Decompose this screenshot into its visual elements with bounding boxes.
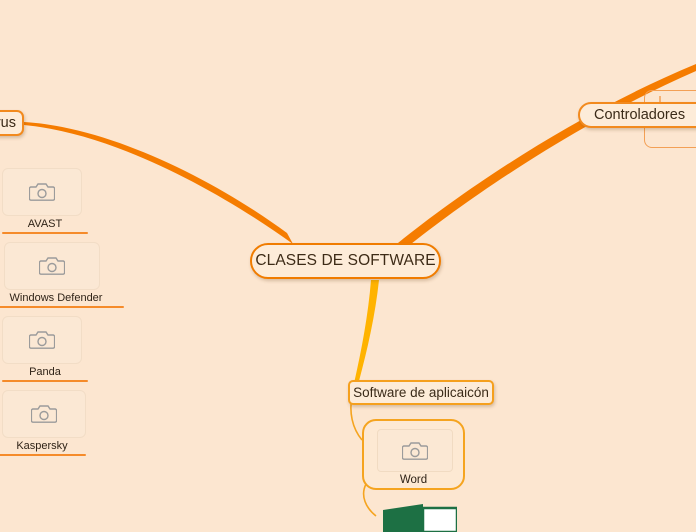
- list-item-caption: Kaspersky: [16, 440, 68, 452]
- image-placeholder-card[interactable]: [2, 316, 82, 364]
- node-word-group[interactable]: Word: [362, 419, 465, 490]
- list-item[interactable]: Panda: [2, 316, 88, 382]
- image-placeholder-card[interactable]: [2, 168, 82, 216]
- image-placeholder-card[interactable]: [2, 390, 86, 438]
- excel-logo-icon[interactable]: [383, 504, 457, 532]
- image-placeholder-card[interactable]: [377, 429, 453, 472]
- item-underline: [2, 380, 88, 382]
- image-placeholder-card[interactable]: [4, 242, 100, 290]
- branch-path-software-aplicacion: [352, 280, 379, 392]
- item-underline: [0, 454, 86, 456]
- node-software-de-aplicacion-label: Software de aplicaicón: [353, 385, 489, 400]
- list-item-caption: AVAST: [27, 218, 63, 230]
- node-word-label: Word: [399, 474, 428, 486]
- list-item-caption: Windows Defender: [9, 292, 103, 304]
- list-item[interactable]: Windows Defender: [0, 242, 124, 308]
- camera-placeholder-icon: [402, 441, 428, 460]
- list-item-caption: Panda: [29, 366, 61, 378]
- list-item[interactable]: Kaspersky: [0, 390, 86, 456]
- node-controladores[interactable]: Controladores: [578, 102, 696, 128]
- node-antivirus[interactable]: rus: [0, 110, 24, 136]
- mindmap-canvas: CLASES DE SOFTWARE rus Controladores Sof…: [0, 0, 696, 532]
- node-clases-de-software[interactable]: CLASES DE SOFTWARE: [250, 243, 441, 279]
- list-item[interactable]: AVAST: [2, 168, 88, 234]
- node-controladores-label: Controladores: [594, 107, 686, 123]
- item-underline: [2, 232, 88, 234]
- node-antivirus-label: rus: [0, 115, 16, 131]
- camera-placeholder-icon: [29, 183, 55, 201]
- camera-placeholder-icon: [31, 405, 57, 423]
- item-underline: [0, 306, 124, 308]
- node-central-label: CLASES DE SOFTWARE: [255, 252, 436, 269]
- camera-placeholder-icon: [29, 331, 55, 349]
- node-software-de-aplicacion[interactable]: Software de aplicaicón: [348, 380, 494, 405]
- camera-placeholder-icon: [39, 257, 65, 275]
